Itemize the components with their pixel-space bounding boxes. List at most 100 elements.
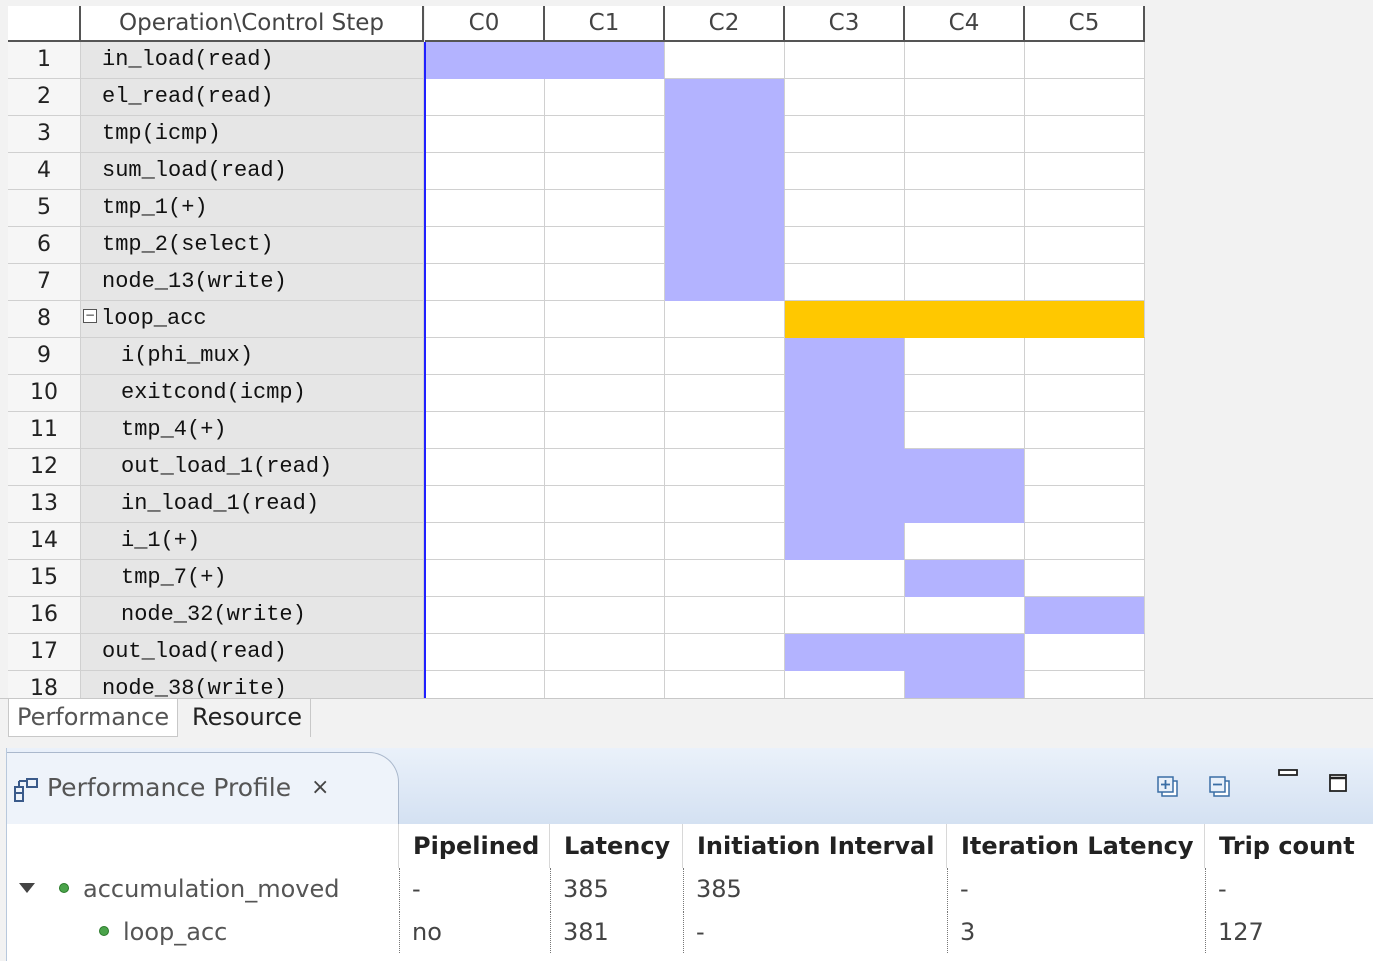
schedule-cell <box>905 338 1025 375</box>
grid-header-step-c1: C1 <box>545 6 665 42</box>
operation-label: node_32(write) <box>121 602 306 627</box>
expand-arrow-icon[interactable] <box>19 883 35 893</box>
schedule-cell <box>425 375 545 412</box>
operation-i-1[interactable]: i_1(+) <box>81 523 424 560</box>
schedule-cell <box>545 375 665 412</box>
schedule-cell <box>545 227 665 264</box>
operation-node-13-write[interactable]: node_13(write) <box>81 264 424 301</box>
operation-out-load-1-read[interactable]: out_load_1(read) <box>81 449 424 486</box>
schedule-cell-blue <box>905 671 1025 698</box>
cell-trip-count: 127 <box>1205 911 1373 953</box>
schedule-cell <box>905 597 1025 634</box>
operation-label: node_38(write) <box>102 676 287 698</box>
row-number: 10 <box>8 375 81 412</box>
schedule-cell <box>785 190 905 227</box>
operation-sum-load-read[interactable]: sum_load(read) <box>81 153 424 190</box>
schedule-cell <box>1025 227 1145 264</box>
column-header-iteration-latency[interactable]: Iteration Latency <box>947 824 1205 868</box>
operation-node-32-write[interactable]: node_32(write) <box>81 597 424 634</box>
operation-in-load-1-read[interactable]: in_load_1(read) <box>81 486 424 523</box>
schedule-cell <box>425 301 545 338</box>
schedule-cell-orange <box>1025 301 1145 338</box>
column-header-trip-count[interactable]: Trip count <box>1205 824 1373 868</box>
view-title-bar: Performance Profile × <box>7 748 1373 824</box>
tab-resource[interactable]: Resource <box>184 699 312 737</box>
schedule-cell-orange <box>785 301 905 338</box>
operation-tmp-icmp[interactable]: tmp(icmp) <box>81 116 424 153</box>
schedule-cell <box>425 671 545 698</box>
schedule-cell <box>545 449 665 486</box>
row-number: 9 <box>8 338 81 375</box>
schedule-cell <box>545 486 665 523</box>
operation-tmp-4[interactable]: tmp_4(+) <box>81 412 424 449</box>
cell-latency: 385 <box>550 868 683 910</box>
operation-el-read-read[interactable]: el_read(read) <box>81 79 424 116</box>
schedule-cell <box>425 597 545 634</box>
schedule-cell-blue <box>785 412 905 449</box>
schedule-cell <box>1025 153 1145 190</box>
operation-tmp-1[interactable]: tmp_1(+) <box>81 190 424 227</box>
tab-performance[interactable]: Performance <box>8 699 179 737</box>
editor-tab-bar: Performance Resource <box>0 698 1373 738</box>
column-header-initiation-interval[interactable]: Initiation Interval <box>683 824 947 868</box>
schedule-cell-blue <box>785 523 905 560</box>
operation-label: exitcond(icmp) <box>121 380 306 405</box>
status-dot-icon <box>99 926 109 936</box>
operation-label: el_read(read) <box>102 84 274 109</box>
operation-out-load-read[interactable]: out_load(read) <box>81 634 424 671</box>
row-number: 12 <box>8 449 81 486</box>
schedule-cell-blue <box>785 449 905 486</box>
row-number: 7 <box>8 264 81 301</box>
schedule-cell <box>545 153 665 190</box>
operation-node-38-write[interactable]: node_38(write) <box>81 671 424 698</box>
schedule-cell <box>665 449 785 486</box>
operation-label: i(phi_mux) <box>121 343 254 368</box>
operation-in-load-read[interactable]: in_load(read) <box>81 42 424 79</box>
schedule-cell-blue <box>785 375 905 412</box>
schedule-cell <box>665 560 785 597</box>
schedule-cell <box>425 264 545 301</box>
minimize-icon[interactable] <box>1277 768 1299 778</box>
operation-label: tmp(icmp) <box>102 121 221 146</box>
view-title: Performance Profile <box>47 773 292 802</box>
schedule-cell <box>1025 634 1145 671</box>
schedule-cell <box>545 523 665 560</box>
schedule-cell <box>425 79 545 116</box>
schedule-cell-blue <box>905 449 1025 486</box>
schedule-cell-blue <box>785 634 905 671</box>
schedule-cell <box>785 42 905 79</box>
schedule-cell <box>905 375 1025 412</box>
collapse-all-icon[interactable] <box>1209 776 1231 798</box>
tree-item-accumulation-moved[interactable]: accumulation_moved <box>19 868 340 910</box>
schedule-cell <box>425 338 545 375</box>
schedule-cell <box>1025 79 1145 116</box>
view-tab-performance-profile[interactable]: Performance Profile × <box>7 752 399 824</box>
schedule-cell <box>905 523 1025 560</box>
grid-divider-line <box>424 42 426 698</box>
grid-header-operation: Operation\Control Step <box>81 6 424 42</box>
collapse-toggle-icon[interactable]: − <box>83 309 97 324</box>
maximize-icon[interactable] <box>1329 774 1347 792</box>
column-header-pipelined[interactable]: Pipelined <box>399 824 550 868</box>
expand-all-icon[interactable] <box>1157 776 1179 798</box>
close-icon[interactable]: × <box>311 775 329 800</box>
schedule-cell-blue <box>905 560 1025 597</box>
performance-profile-view: Performance Profile × Pipelined Latency In… <box>6 748 1373 961</box>
operation-exitcond-icmp[interactable]: exitcond(icmp) <box>81 375 424 412</box>
operation-i-phi-mux[interactable]: i(phi_mux) <box>81 338 424 375</box>
schedule-cell <box>1025 42 1145 79</box>
schedule-cell-blue <box>785 486 905 523</box>
operation-tmp-2-select[interactable]: tmp_2(select) <box>81 227 424 264</box>
schedule-cell <box>665 634 785 671</box>
tree-item-loop-acc[interactable]: loop_acc <box>99 911 227 953</box>
schedule-cell <box>425 449 545 486</box>
schedule-grid: Operation\Control Step C0 C1 C2 C3 C4 C5 1 in_lo… <box>0 0 1373 698</box>
operation-tmp-7[interactable]: tmp_7(+) <box>81 560 424 597</box>
operation-loop-acc[interactable]: − loop_acc <box>81 301 424 338</box>
schedule-cell <box>665 412 785 449</box>
schedule-cell-blue <box>665 227 785 264</box>
schedule-cell <box>785 560 905 597</box>
performance-profile-icon <box>14 778 38 802</box>
column-header-latency[interactable]: Latency <box>550 824 683 868</box>
row-number: 8 <box>8 301 81 338</box>
